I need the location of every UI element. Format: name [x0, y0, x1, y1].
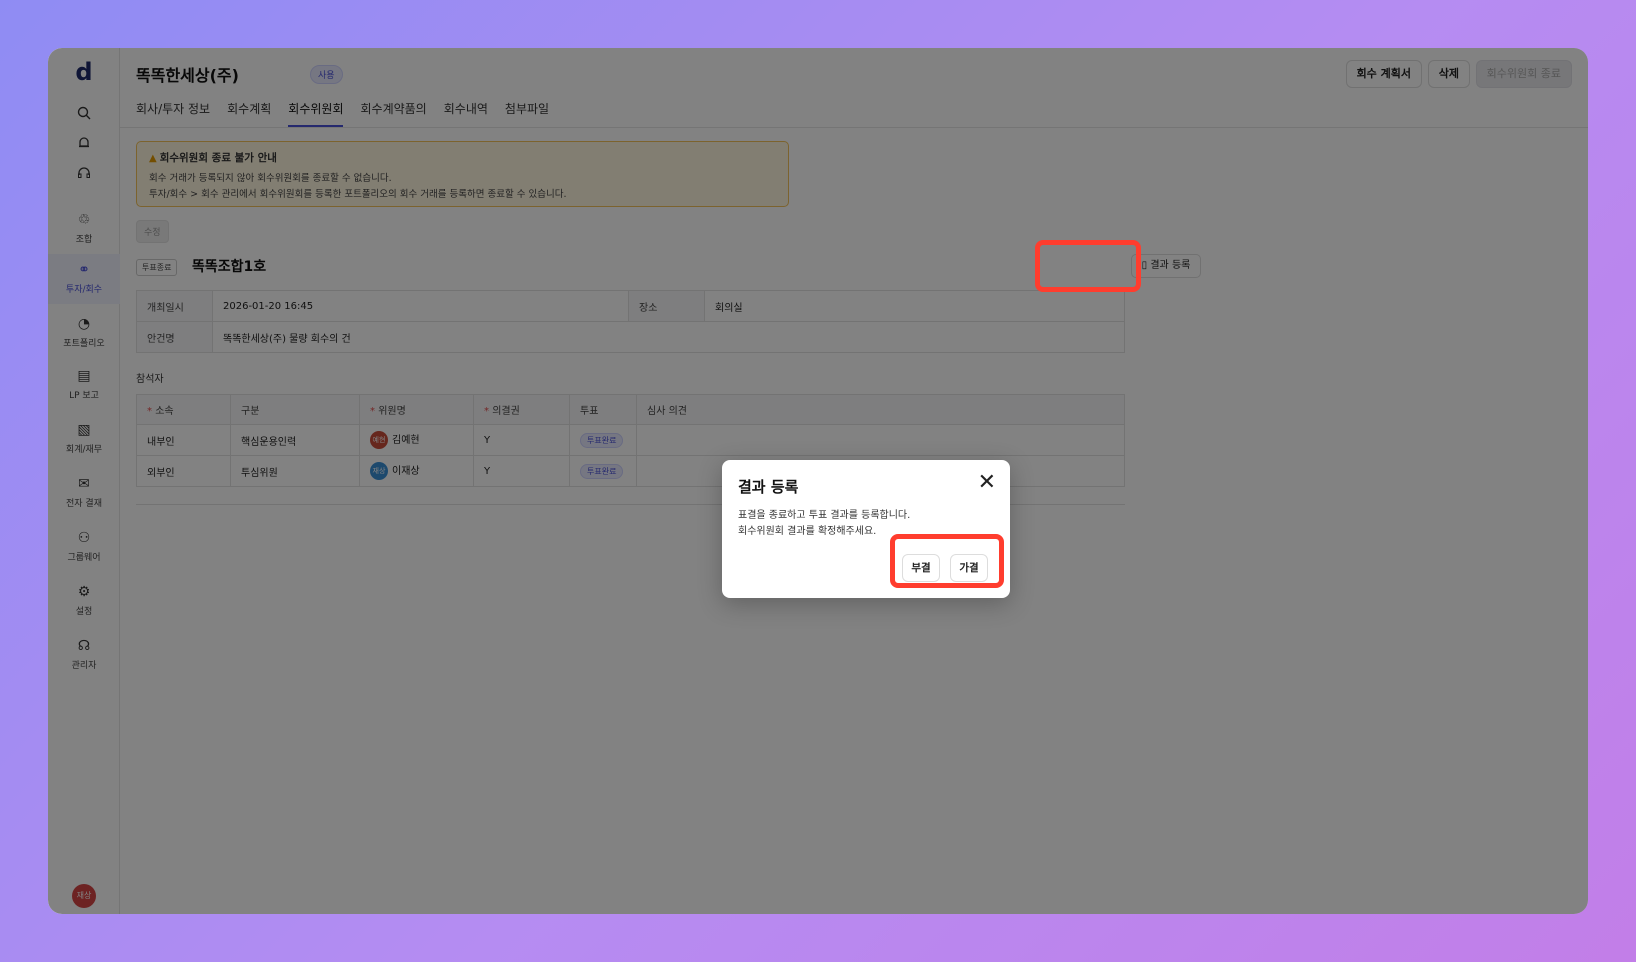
modal-title: 결과 등록 [738, 478, 799, 496]
modal-message-1: 표결을 종료하고 투표 결과를 등록합니다. [738, 510, 911, 521]
modal-message-2: 회수위원회 결과를 확정해주세요. [738, 526, 877, 537]
app-window: d ♲ 조합 ⚭ 투자/회수 ◔ 포트폴리오 ▤ LP 보고 ▧ 회계/재무 ✉… [48, 48, 1588, 914]
highlight-result-button [1035, 240, 1141, 292]
close-icon[interactable]: ✕ [978, 472, 996, 494]
highlight-modal-buttons [890, 534, 1004, 588]
